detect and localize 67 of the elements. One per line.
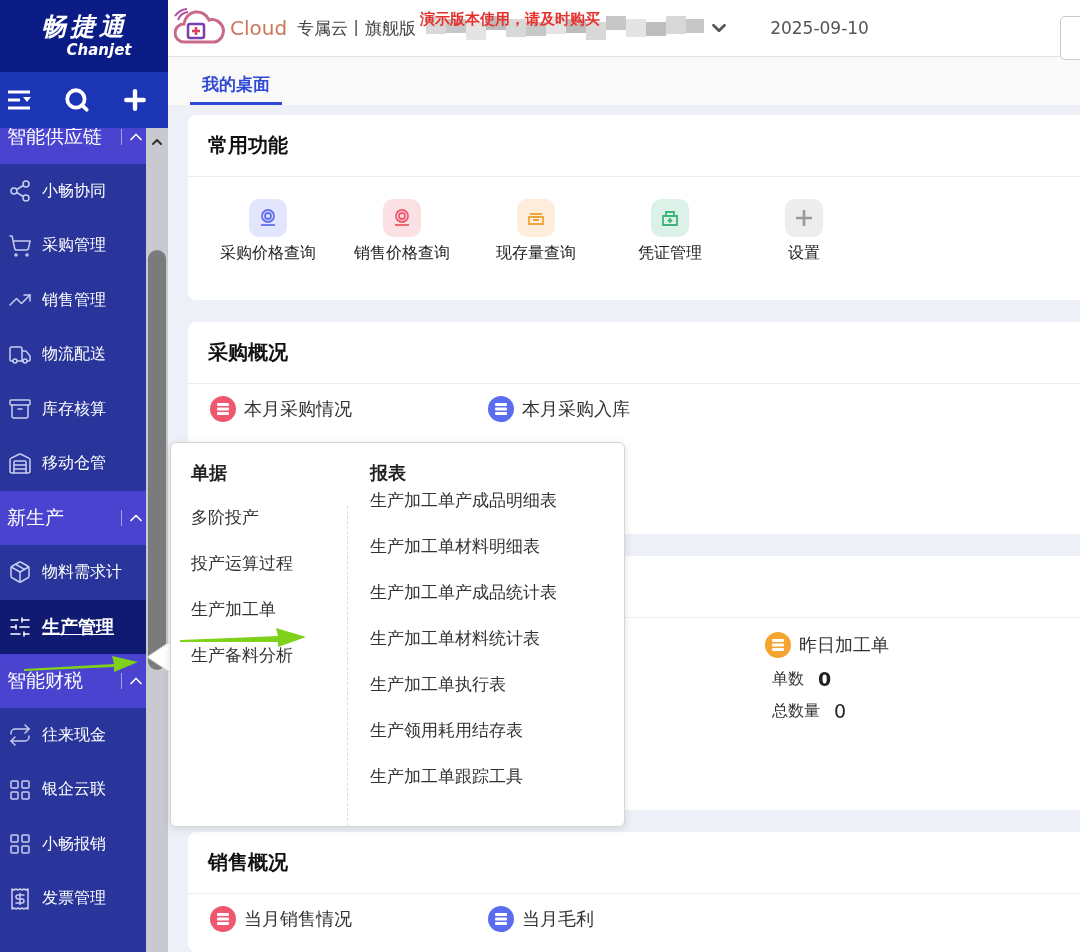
sidebar-item[interactable]: 库存核算 [0, 382, 146, 437]
repeat-icon [8, 723, 32, 748]
brand-logo: 畅捷通 Chanjet [0, 0, 168, 72]
sidebar-item[interactable]: 发票管理 [0, 871, 146, 926]
metric-label: 单数 [772, 668, 804, 690]
stat-label[interactable]: 当月销售情况 [244, 907, 352, 931]
sidebar-item[interactable]: 小畅协同 [0, 164, 146, 219]
quick-function[interactable]: 采购价格查询 [201, 199, 335, 264]
quick-function[interactable]: 销售价格查询 [335, 199, 469, 264]
quick-function[interactable]: 凭证管理 [603, 199, 737, 264]
menu-item[interactable]: 生产加工单 [191, 598, 347, 644]
menu-item[interactable]: 生产加工单产成品统计表 [370, 581, 557, 627]
sidebar-item[interactable]: 生产管理 [0, 599, 146, 654]
menu-item[interactable]: 生产加工单产成品明细表 [370, 489, 557, 535]
quick-function[interactable]: 现存量查询 [469, 199, 603, 264]
package-icon [8, 560, 32, 585]
card-title: 采购概况 [188, 322, 1080, 384]
cart-icon [8, 233, 32, 258]
menu-item[interactable]: 生产备料分析 [191, 644, 347, 690]
menu-column-title: 报表 [370, 461, 407, 485]
menu-button[interactable] [6, 89, 34, 111]
menu-item[interactable]: 生产领用耗用结存表 [370, 719, 557, 765]
grid-icon [8, 777, 32, 802]
archive-icon [8, 397, 32, 422]
sidebar-item[interactable]: 销售管理 [0, 273, 146, 328]
menu-column-title: 单据 [191, 461, 228, 485]
sidebar-item[interactable]: 小畅报销 [0, 817, 146, 872]
edition-label: 专属云丨旗舰版 [297, 16, 417, 40]
warehouse-icon [8, 451, 32, 476]
inbox-icon [660, 208, 680, 228]
stat-label[interactable]: 当月毛利 [522, 907, 594, 931]
receipt-icon [8, 886, 32, 911]
sidebar-item[interactable]: 物料需求计 [0, 545, 146, 600]
plus-icon [794, 208, 814, 228]
quick-function[interactable]: 设置 [737, 199, 871, 264]
card-title: 常用功能 [188, 115, 1080, 177]
tab[interactable]: 我的桌面 [190, 73, 282, 105]
menu-item[interactable]: 生产加工单材料统计表 [370, 627, 557, 673]
stat-label[interactable]: 本月采购入库 [522, 397, 630, 421]
menu-item[interactable]: 生产加工单材料明细表 [370, 535, 557, 581]
sidebar-item[interactable]: 物流配送 [0, 327, 146, 382]
sidebar-item[interactable]: 采购管理 [0, 218, 146, 273]
scrollbar-thumb[interactable] [148, 250, 166, 670]
share-icon [8, 179, 32, 204]
metric-value: 0 [834, 700, 847, 722]
menu-item[interactable]: 生产加工单执行表 [370, 673, 557, 719]
sidebar-item[interactable]: 银企云联 [0, 762, 146, 817]
metric-value: 0 [818, 668, 832, 690]
sidebar-group-header[interactable]: 智能财税 [0, 654, 146, 708]
gear-tray-icon [392, 208, 412, 228]
sidebar-item[interactable]: 移动仓管 [0, 436, 146, 491]
stat-label[interactable]: 昨日加工单 [799, 633, 889, 657]
sidebar-group-header[interactable]: 新生产 [0, 491, 146, 545]
date-label: 2025-09-10 [770, 18, 869, 38]
menu-item[interactable]: 多阶投产 [191, 506, 347, 552]
sidebar-item[interactable]: 往来现金 [0, 708, 146, 763]
menu-item[interactable]: 生产加工单跟踪工具 [370, 765, 557, 811]
grid-icon [8, 832, 32, 857]
scrollbar[interactable] [146, 128, 168, 952]
sliders-icon [8, 614, 32, 639]
stat-label[interactable]: 本月采购情况 [244, 397, 352, 421]
search-button[interactable] [64, 87, 90, 113]
product-name: Cloud [230, 16, 288, 40]
menu-item[interactable]: 投产运算过程 [191, 552, 347, 598]
card-title: 销售概况 [188, 832, 1080, 894]
gear-tray-icon [258, 208, 278, 228]
metric-label: 总数量 [772, 700, 820, 722]
